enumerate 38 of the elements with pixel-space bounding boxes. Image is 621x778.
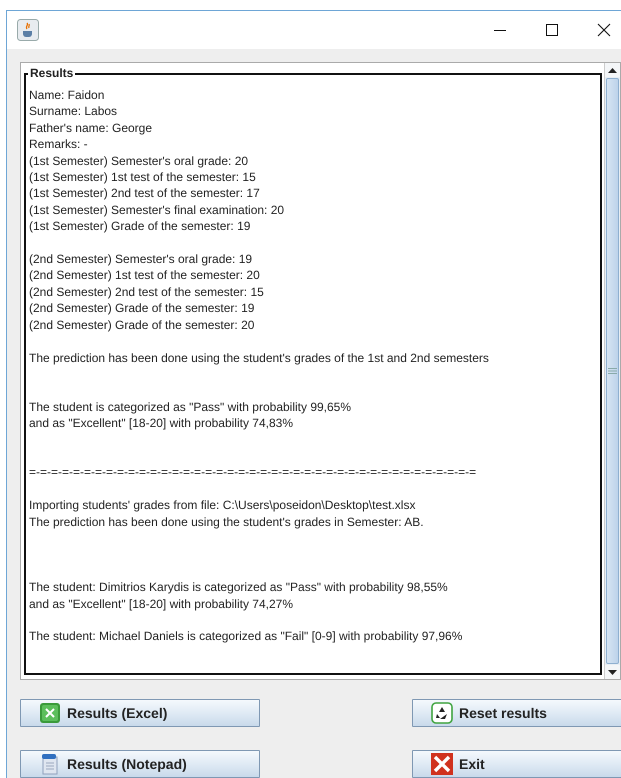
exit-icon [431, 753, 453, 775]
text-line: and as "Excellent" [18-20] with probability 74,27% [29, 596, 294, 612]
text-line: The student: Michael Daniels is categorized as "Fail" [0-9] with probability 97,96% [29, 628, 462, 645]
text-line: (1st Semester) 2nd test of the semester: 17 [29, 185, 260, 202]
text-line: Importing students' grades from file: C:\Users\poseidon\Desktop\test.xlsx [29, 497, 416, 514]
java-cup-icon[interactable] [17, 19, 39, 41]
text-line: (1st Semester) Semester's final examination: 20 [29, 202, 284, 218]
text-line: (1st Semester) Grade of the semester: 19 [29, 218, 250, 235]
action-button[interactable]: Exit [412, 750, 621, 778]
text-line: (2nd Semester) 1st test of the semester: 20 [29, 267, 260, 284]
text-line: The prediction has been done using the student's grades of the 1st and 2nd semesters [29, 350, 489, 366]
scroll-down-icon[interactable] [605, 665, 620, 679]
panel-title: Results [28, 66, 76, 80]
action-button[interactable]: Results (Notepad) [20, 750, 260, 778]
text-line: Name: Faidon [29, 87, 104, 104]
text-line: The prediction has been done using the student's grades in Semester: AB. [29, 514, 424, 530]
maximize-icon[interactable] [545, 23, 559, 37]
text-line: (2nd Semester) 2nd test of the semester: 15 [29, 284, 264, 300]
spreadsheet-icon [39, 702, 61, 724]
text-line: (1st Semester) 1st test of the semester: 15 [29, 169, 256, 186]
action-button[interactable]: Reset results [412, 699, 621, 727]
text-line: Surname: Labos [29, 103, 118, 120]
text-line: (2nd Semester) Grade of the semester: 20 [29, 316, 254, 334]
text-line: The student: Dimitrios Karydis is categorized as "Pass" with probability 98,55% [29, 579, 448, 596]
scrollbar[interactable] [604, 63, 620, 679]
scroll-thumb[interactable] [606, 78, 619, 664]
text-line: (2nd Semester) Grade of the semester: 19 [29, 300, 254, 317]
text-line: Father's name: George [29, 120, 152, 136]
action-button[interactable]: Results (Excel) [20, 699, 260, 727]
scroll-up-icon[interactable] [605, 63, 620, 77]
text-line: =-=-=-=-=-=-=-=-=-=-=-=-=-=-=-=-=-=-=-=-=-=-=-=-=-=-=-=-=-=-=-=-=-=-=-=-=-=-=-=-= [29, 464, 476, 481]
text-line: (1st Semester) Semester's oral grade: 20 [29, 152, 248, 170]
text-line: Remarks: - [29, 136, 88, 153]
text-line: (2nd Semester) Semester's oral grade: 19 [29, 251, 252, 268]
text-line: The student is categorized as "Pass" with probability 99,65% [29, 398, 352, 416]
recycle-icon [431, 702, 453, 724]
close-icon[interactable] [597, 23, 611, 37]
text-line: and as "Excellent" [18-20] with probability 74,83% [29, 415, 294, 432]
